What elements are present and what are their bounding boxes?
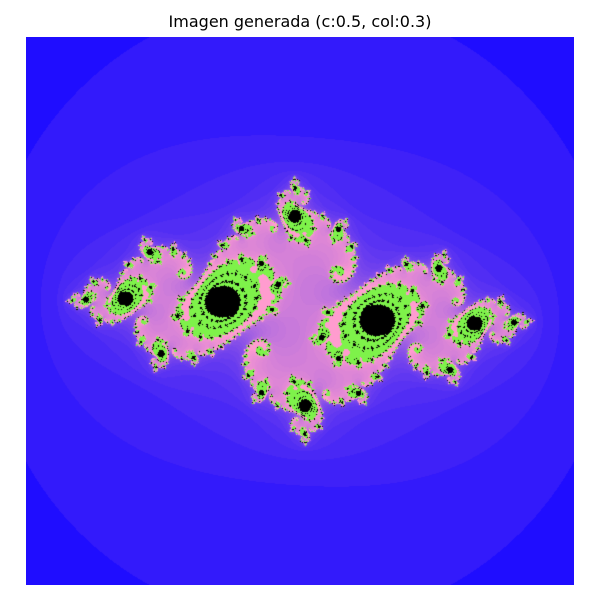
- figure-title: Imagen generada (c:0.5, col:0.3): [168, 12, 432, 31]
- fractal-image: [26, 37, 574, 585]
- figure: Imagen generada (c:0.5, col:0.3): [0, 0, 600, 600]
- fractal-canvas: [26, 37, 574, 585]
